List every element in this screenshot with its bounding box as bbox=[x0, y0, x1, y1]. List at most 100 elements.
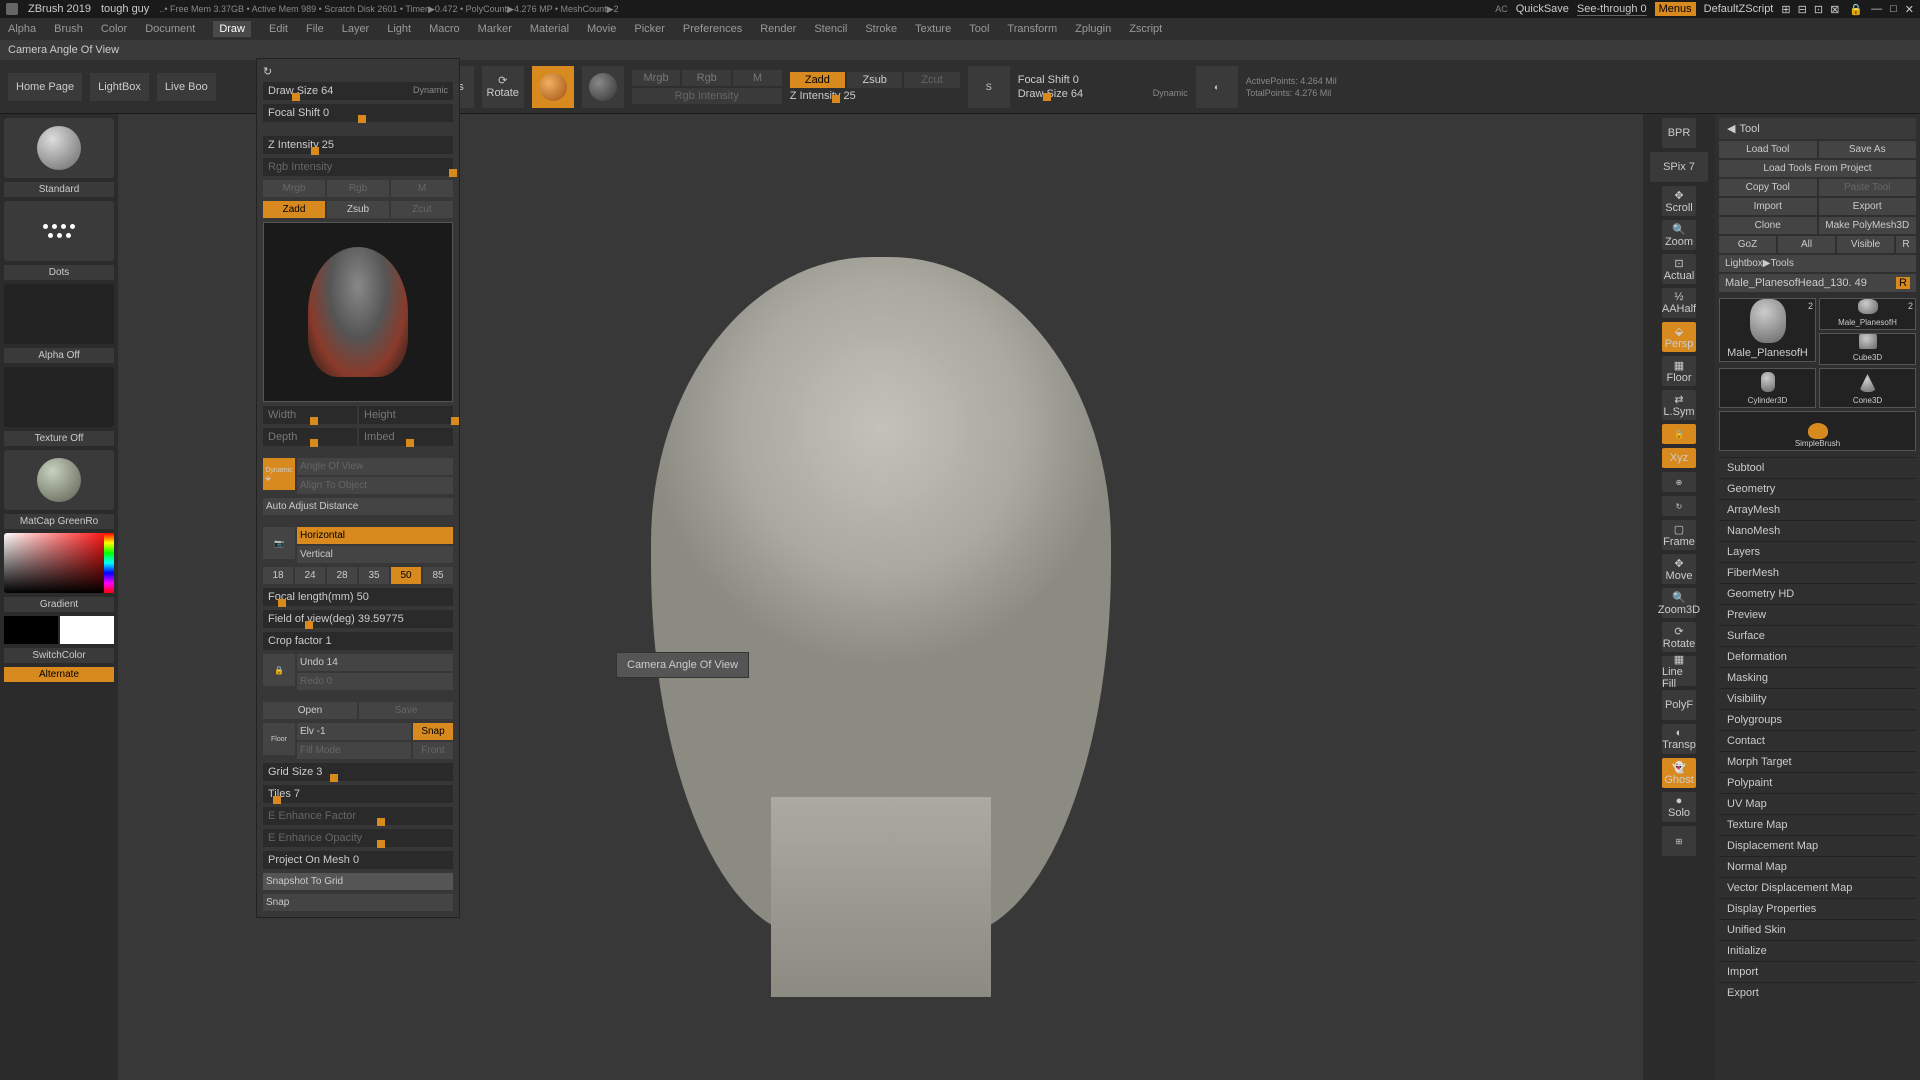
frame-button[interactable]: ▢Frame bbox=[1662, 520, 1696, 550]
tool-section-masking[interactable]: Masking bbox=[1719, 667, 1916, 688]
linefill-button[interactable]: ▦Line Fill bbox=[1662, 656, 1696, 686]
panel-depth[interactable]: Depth bbox=[263, 428, 357, 446]
fl-28[interactable]: 28 bbox=[327, 567, 357, 584]
floor-icon[interactable]: Floor bbox=[263, 723, 295, 755]
tool-section-deformation[interactable]: Deformation bbox=[1719, 646, 1916, 667]
panel-snapshot[interactable]: Snapshot To Grid bbox=[263, 873, 453, 890]
mrgb-button[interactable]: Mrgb bbox=[632, 70, 681, 86]
tool-section-arraymesh[interactable]: ArrayMesh bbox=[1719, 499, 1916, 520]
fl-50[interactable]: 50 bbox=[391, 567, 421, 584]
fl-35[interactable]: 35 bbox=[359, 567, 389, 584]
panel-width[interactable]: Width bbox=[263, 406, 357, 424]
panel-focalshift[interactable]: Focal Shift 0 bbox=[263, 104, 453, 122]
clone-button[interactable]: Clone bbox=[1719, 217, 1817, 234]
loadfromproject-button[interactable]: Load Tools From Project bbox=[1719, 160, 1916, 177]
panel-zadd[interactable]: Zadd bbox=[263, 201, 325, 218]
saveas-button[interactable]: Save As bbox=[1819, 141, 1917, 158]
menu-stencil[interactable]: Stencil bbox=[814, 23, 847, 35]
panel-height[interactable]: Height bbox=[359, 406, 453, 424]
tool-thumb-0[interactable]: 2Male_PlanesofH bbox=[1719, 298, 1816, 362]
tool-section-normal-map[interactable]: Normal Map bbox=[1719, 856, 1916, 877]
tool-section-unified-skin[interactable]: Unified Skin bbox=[1719, 919, 1916, 940]
z-intensity-slider[interactable]: Z Intensity 25 bbox=[790, 90, 960, 102]
lsym-button[interactable]: ⇄L.Sym bbox=[1662, 390, 1696, 420]
tool-section-initialize[interactable]: Initialize bbox=[1719, 940, 1916, 961]
panel-mrgb[interactable]: Mrgb bbox=[263, 180, 325, 197]
rgb-button[interactable]: Rgb bbox=[682, 70, 731, 86]
tool-section-polypaint[interactable]: Polypaint bbox=[1719, 772, 1916, 793]
tool-section-visibility[interactable]: Visibility bbox=[1719, 688, 1916, 709]
export-button[interactable]: Export bbox=[1819, 198, 1917, 215]
lightbox-tools[interactable]: Lightbox▶Tools bbox=[1719, 255, 1916, 272]
tool-section-layers[interactable]: Layers bbox=[1719, 541, 1916, 562]
menu-transform[interactable]: Transform bbox=[1007, 23, 1057, 35]
tool-section-geometry-hd[interactable]: Geometry HD bbox=[1719, 583, 1916, 604]
panel-open[interactable]: Open bbox=[263, 702, 357, 719]
lock-icon3[interactable]: 🔒 bbox=[263, 654, 295, 686]
tool-section-morph-target[interactable]: Morph Target bbox=[1719, 751, 1916, 772]
homepage-button[interactable]: Home Page bbox=[8, 73, 82, 101]
material-preview[interactable] bbox=[582, 66, 624, 108]
panel-fov[interactable]: Field of view(deg) 39.59775 bbox=[263, 610, 453, 628]
panel-enhanceo[interactable]: E Enhance Opacity bbox=[263, 829, 453, 847]
xyz-button[interactable]: Xyz bbox=[1662, 448, 1696, 468]
color-swatch-white[interactable] bbox=[60, 616, 114, 644]
fl-85[interactable]: 85 bbox=[423, 567, 453, 584]
menu-alpha[interactable]: Alpha bbox=[8, 23, 36, 35]
lightbox-button[interactable]: LightBox bbox=[90, 73, 149, 101]
panel-aligntoobject[interactable]: Align To Object bbox=[297, 477, 453, 494]
liveboolean-button[interactable]: Live Boo bbox=[157, 73, 216, 101]
menu-preferences[interactable]: Preferences bbox=[683, 23, 742, 35]
panel-autoadjust[interactable]: Auto Adjust Distance bbox=[263, 498, 453, 515]
loadtool-button[interactable]: Load Tool bbox=[1719, 141, 1817, 158]
dynamic-icon[interactable]: ◐ bbox=[1196, 66, 1238, 108]
makepolymesh-button[interactable]: Make PolyMesh3D bbox=[1819, 217, 1917, 234]
menu-edit[interactable]: Edit bbox=[269, 23, 288, 35]
close-icon[interactable]: ✕ bbox=[1905, 3, 1914, 16]
panel-m[interactable]: M bbox=[391, 180, 453, 197]
move-button[interactable]: ✥Move bbox=[1662, 554, 1696, 584]
floor-button[interactable]: ▦Floor bbox=[1662, 356, 1696, 386]
menu-movie[interactable]: Movie bbox=[587, 23, 616, 35]
tool-section-import[interactable]: Import bbox=[1719, 961, 1916, 982]
panel-imbed[interactable]: Imbed bbox=[359, 428, 453, 446]
zcut-button[interactable]: Zcut bbox=[904, 72, 959, 88]
menu-draw[interactable]: Draw bbox=[213, 21, 251, 37]
tool-thumb-2[interactable]: Cube3D bbox=[1819, 333, 1916, 365]
panel-elv[interactable]: Elv -1 bbox=[297, 723, 411, 740]
import-button[interactable]: Import bbox=[1719, 198, 1817, 215]
menu-tool[interactable]: Tool bbox=[969, 23, 989, 35]
tool-section-nanomesh[interactable]: NanoMesh bbox=[1719, 520, 1916, 541]
current-tool[interactable]: Male_PlanesofHead_130. 49 R bbox=[1719, 274, 1916, 292]
tool-thumb-3[interactable]: Cylinder3D bbox=[1719, 368, 1816, 408]
pastetool-button[interactable]: Paste Tool bbox=[1819, 179, 1917, 196]
rotate-button[interactable]: ⟳Rotate bbox=[482, 66, 524, 108]
minimize-icon[interactable]: — bbox=[1871, 3, 1882, 15]
tool-section-preview[interactable]: Preview bbox=[1719, 604, 1916, 625]
panel-rgbintensity[interactable]: Rgb Intensity bbox=[263, 158, 453, 176]
panel-tiles[interactable]: Tiles 7 bbox=[263, 785, 453, 803]
layout-icons[interactable]: ⊞ ⊟ ⊡ ⊠ bbox=[1781, 3, 1841, 16]
stroke-thumb[interactable] bbox=[4, 201, 114, 261]
panel-angleofview[interactable]: Angle Of View bbox=[297, 458, 453, 475]
default-zscript[interactable]: DefaultZScript bbox=[1704, 3, 1774, 15]
m-button[interactable]: M bbox=[733, 70, 782, 86]
material-thumb[interactable] bbox=[4, 450, 114, 510]
panel-zintensity[interactable]: Z Intensity 25 bbox=[263, 136, 453, 154]
tool-thumb-5[interactable]: SimpleBrush bbox=[1719, 411, 1916, 451]
solo-button[interactable]: ●Solo bbox=[1662, 792, 1696, 822]
panel-crop[interactable]: Crop factor 1 bbox=[263, 632, 453, 650]
tool-section-geometry[interactable]: Geometry bbox=[1719, 478, 1916, 499]
maximize-icon[interactable]: □ bbox=[1890, 3, 1897, 15]
menu-zscript[interactable]: Zscript bbox=[1129, 23, 1162, 35]
switchcolor-button[interactable]: SwitchColor bbox=[4, 648, 114, 663]
menu-zplugin[interactable]: Zplugin bbox=[1075, 23, 1111, 35]
transp-button[interactable]: ◐Transp bbox=[1662, 724, 1696, 754]
panel-vertical[interactable]: Vertical bbox=[297, 546, 453, 563]
panel-horizontal[interactable]: Horizontal bbox=[297, 527, 453, 544]
menu-material[interactable]: Material bbox=[530, 23, 569, 35]
goz-button[interactable]: GoZ bbox=[1719, 236, 1776, 253]
rotate-button2[interactable]: ⟳Rotate bbox=[1662, 622, 1696, 652]
color-swatch-black[interactable] bbox=[4, 616, 58, 644]
panel-save[interactable]: Save bbox=[359, 702, 453, 719]
